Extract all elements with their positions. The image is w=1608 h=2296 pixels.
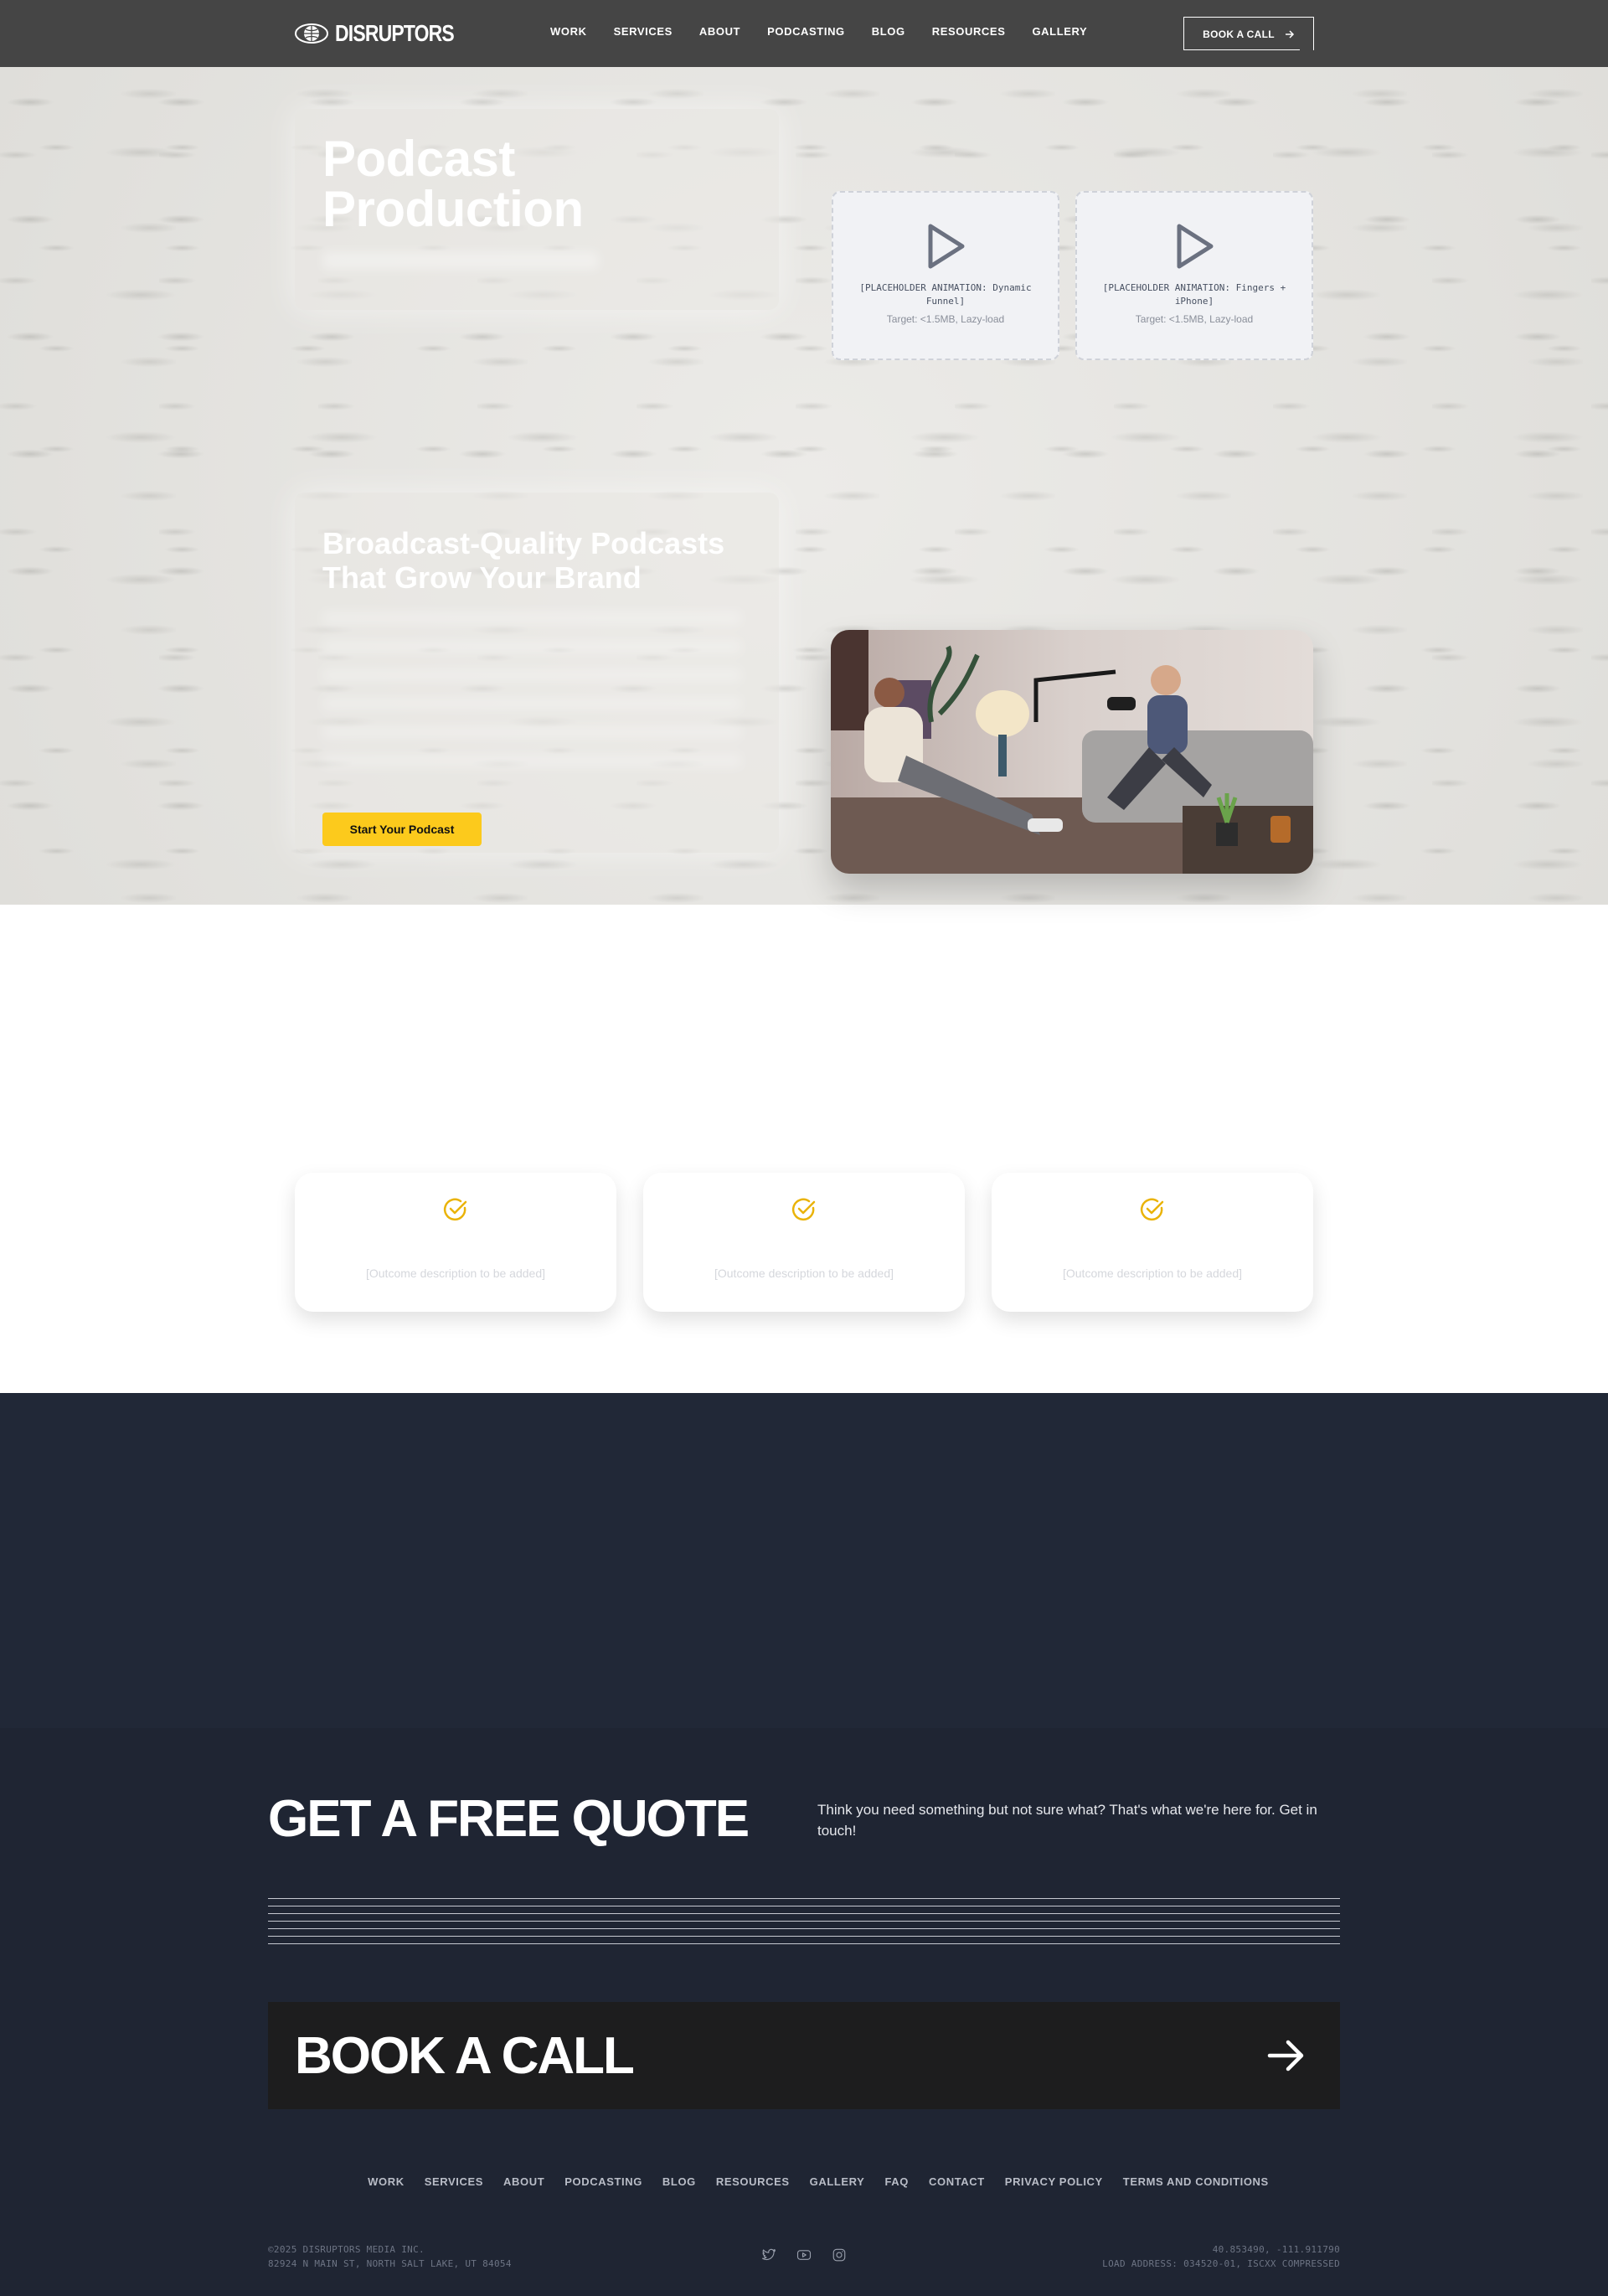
social-links [761, 2247, 847, 2262]
footer-nav: WORK SERVICES ABOUT PODCASTING BLOG RESO… [0, 2175, 1608, 2188]
animation-placeholder-iphone: [PLACEHOLDER ANIMATION: Fingers + iPhone… [1075, 191, 1313, 360]
blurred-description [322, 611, 741, 779]
outcome-card: [Outcome description to be added] [992, 1173, 1313, 1312]
footer-link-work[interactable]: WORK [368, 2175, 405, 2188]
footer-link-podcasting[interactable]: PODCASTING [564, 2175, 642, 2188]
outcome-description: [Outcome description to be added] [1062, 1267, 1243, 1280]
brand-logo[interactable]: DISRUPTORS [295, 20, 480, 47]
arrow-right-icon [1267, 2040, 1304, 2072]
play-icon [1177, 224, 1214, 269]
placeholder-title: [PLACEHOLDER ANIMATION: Dynamic Funnel] [859, 282, 1032, 307]
top-nav: DISRUPTORS WORK SERVICES ABOUT PODCASTIN… [0, 0, 1608, 67]
footer-link-gallery[interactable]: GALLERY [810, 2175, 865, 2188]
main-menu: WORK SERVICES ABOUT PODCASTING BLOG RESO… [550, 25, 1087, 38]
arrow-right-icon [1285, 29, 1294, 39]
placeholder-title: [PLACEHOLDER ANIMATION: Fingers + iPhone… [1102, 282, 1286, 307]
youtube-icon[interactable] [796, 2247, 812, 2262]
book-a-call-button[interactable]: BOOK A CALL [1183, 17, 1314, 50]
footer-link-terms[interactable]: TERMS AND CONDITIONS [1123, 2175, 1269, 2188]
free-quote-text: Think you need something but not sure wh… [817, 1802, 1317, 1839]
play-icon [928, 224, 965, 269]
blurred-subtitle [322, 251, 599, 270]
copyright-text: ©2025 DISRUPTORS MEDIA INC. [268, 2244, 425, 2255]
footer-link-blog[interactable]: BLOG [662, 2175, 696, 2188]
footer-link-faq[interactable]: FAQ [884, 2175, 909, 2188]
footer-link-resources[interactable]: RESOURCES [716, 2175, 790, 2188]
brand-name: DISRUPTORS [335, 20, 455, 46]
start-podcast-button[interactable]: Start Your Podcast [322, 813, 482, 846]
footer-link-privacy[interactable]: PRIVACY POLICY [1005, 2175, 1103, 2188]
check-circle-icon [443, 1198, 467, 1221]
book-a-call-label: BOOK A CALL [1203, 28, 1275, 40]
copyright-block: ©2025 DISRUPTORS MEDIA INC. 82924 N MAIN… [268, 2242, 512, 2271]
globe-eye-icon [295, 23, 328, 44]
hero-section [0, 67, 1608, 905]
outcome-card: [Outcome description to be added] [295, 1173, 616, 1312]
address-text: 82924 N MAIN ST, NORTH SALT LAKE, UT 840… [268, 2258, 512, 2269]
coordinates-block: 40.853490, -111.911790 LOAD ADDRESS: 034… [1102, 2242, 1340, 2271]
nav-link-blog[interactable]: BLOG [872, 25, 905, 38]
animation-placeholder-funnel: [PLACEHOLDER ANIMATION: Dynamic Funnel] … [832, 191, 1059, 360]
load-address-text: LOAD ADDRESS: 034520-01, ISCXX COMPRESSE… [1102, 2258, 1340, 2269]
nav-link-podcasting[interactable]: PODCASTING [767, 25, 845, 38]
nav-link-work[interactable]: WORK [550, 25, 587, 38]
footer-link-about[interactable]: ABOUT [503, 2175, 544, 2188]
free-quote-heading: GET A FREE QUOTE [268, 1790, 750, 1848]
decorative-lines [268, 1898, 1340, 1948]
check-circle-icon [791, 1198, 816, 1221]
outcome-description: [Outcome description to be added] [714, 1267, 894, 1280]
nav-link-about[interactable]: ABOUT [699, 25, 740, 38]
check-circle-icon [1140, 1198, 1164, 1221]
coordinates-text: 40.853490, -111.911790 [1212, 2244, 1340, 2255]
book-a-call-banner[interactable]: BOOK A CALL [268, 2002, 1340, 2109]
footer-link-services[interactable]: SERVICES [425, 2175, 483, 2188]
instagram-icon[interactable] [832, 2247, 847, 2262]
footer-link-contact[interactable]: CONTACT [929, 2175, 985, 2188]
placeholder-target: Target: <1.5MB, Lazy-load [886, 313, 1005, 325]
outcome-card: [Outcome description to be added] [643, 1173, 965, 1312]
outcome-description: [Outcome description to be added] [365, 1267, 546, 1280]
placeholder-target: Target: <1.5MB, Lazy-load [1135, 313, 1254, 325]
nav-link-resources[interactable]: RESOURCES [932, 25, 1006, 38]
page-title: Podcast Production [322, 131, 584, 237]
podcast-studio-photo [831, 630, 1313, 874]
nav-link-gallery[interactable]: GALLERY [1032, 25, 1087, 38]
hero-headline: Broadcast-Quality Podcasts That Grow You… [322, 526, 725, 595]
book-a-call-banner-label: BOOK A CALL [295, 2026, 635, 2085]
twitter-icon[interactable] [761, 2247, 776, 2262]
nav-link-services[interactable]: SERVICES [614, 25, 673, 38]
